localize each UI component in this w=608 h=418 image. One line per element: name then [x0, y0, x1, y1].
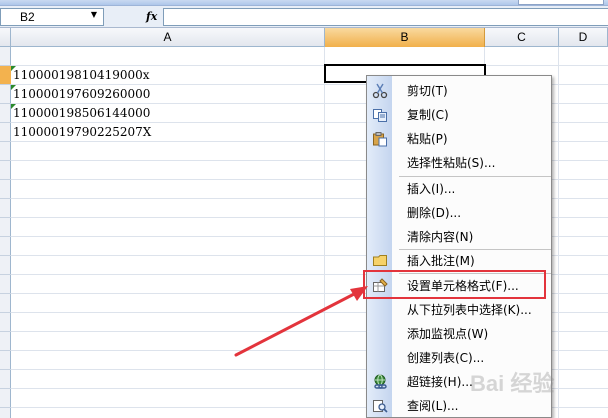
row-header[interactable]	[0, 370, 11, 389]
annotation-highlight-box	[363, 270, 546, 299]
row-header[interactable]	[0, 104, 11, 123]
cell-a2[interactable]: 11000019810419000x	[13, 66, 150, 85]
comment-icon	[372, 253, 388, 269]
row-header[interactable]	[0, 237, 11, 256]
menu-item-label: 粘贴(P)	[407, 132, 448, 146]
grid-line	[324, 47, 325, 418]
row-header-strip	[0, 47, 11, 418]
fx-icon[interactable]: fx	[146, 9, 160, 25]
row-header[interactable]	[0, 199, 11, 218]
row-header-active[interactable]	[0, 66, 11, 85]
menu-item-label: 从下拉列表中选择(K)...	[407, 303, 532, 317]
row-header[interactable]	[0, 218, 11, 237]
grid-line	[558, 47, 559, 418]
menu-item-research[interactable]: 查阅(L)...	[367, 394, 551, 418]
column-header-b[interactable]: B	[325, 28, 485, 47]
menu-item-label: 删除(D)...	[407, 206, 462, 220]
scissors-icon	[372, 83, 388, 99]
menu-item-paste[interactable]: 粘贴(P)	[367, 127, 551, 151]
column-header-row: A B C D	[0, 28, 608, 47]
row-header[interactable]	[0, 256, 11, 275]
row-header[interactable]	[0, 161, 11, 180]
row-header[interactable]	[0, 142, 11, 161]
row-header[interactable]	[0, 275, 11, 294]
menu-item-insert[interactable]: 插入(I)...	[367, 177, 551, 201]
select-all-corner[interactable]	[0, 28, 11, 47]
menu-item-label: 超链接(H)...	[407, 375, 473, 389]
menu-item-pick-from-list[interactable]: 从下拉列表中选择(K)...	[367, 298, 551, 322]
menu-item-paste-special[interactable]: 选择性粘贴(S)...	[367, 151, 551, 175]
menu-item-cut[interactable]: 剪切(T)	[367, 79, 551, 103]
formula-bar: B2 ▼ fx	[0, 6, 608, 28]
row-header[interactable]	[0, 389, 11, 408]
row-header[interactable]	[0, 294, 11, 313]
menu-item-label: 查阅(L)...	[407, 399, 459, 413]
toolbar-search-box[interactable]	[518, 0, 604, 5]
chevron-down-icon[interactable]: ▼	[86, 8, 102, 22]
menu-item-label: 添加监视点(W)	[407, 327, 489, 341]
menu-item-label: 选择性粘贴(S)...	[407, 156, 496, 170]
row-header[interactable]	[0, 313, 11, 332]
menu-item-clear-contents[interactable]: 清除内容(N)	[367, 225, 551, 249]
menu-item-label: 插入(I)...	[407, 182, 456, 196]
copy-icon	[372, 107, 388, 123]
column-header-a[interactable]: A	[11, 28, 325, 47]
column-header-d[interactable]: D	[559, 28, 608, 47]
hyperlink-icon	[372, 374, 388, 390]
row-header[interactable]	[0, 180, 11, 199]
cell-a3[interactable]: 110000197609260000	[13, 85, 150, 104]
row-header[interactable]	[0, 85, 11, 104]
menu-item-add-watch[interactable]: 添加监视点(W)	[367, 322, 551, 346]
formula-input[interactable]	[163, 8, 608, 26]
menu-item-delete[interactable]: 删除(D)...	[367, 201, 551, 225]
menu-item-label: 复制(C)	[407, 108, 449, 122]
cell-a5[interactable]: 11000019790225207X	[13, 123, 151, 142]
column-header-c[interactable]: C	[485, 28, 559, 47]
row-header[interactable]	[0, 351, 11, 370]
paste-icon	[372, 131, 388, 147]
row-header[interactable]	[0, 47, 11, 66]
menu-item-label: 清除内容(N)	[407, 230, 474, 244]
research-icon	[372, 398, 388, 414]
menu-item-copy[interactable]: 复制(C)	[367, 103, 551, 127]
row-header[interactable]	[0, 123, 11, 142]
row-header[interactable]	[0, 332, 11, 351]
watermark: Bai 经验	[470, 371, 555, 396]
menu-item-label: 剪切(T)	[407, 84, 448, 98]
cell-a4[interactable]: 110000198506144000	[13, 104, 150, 123]
